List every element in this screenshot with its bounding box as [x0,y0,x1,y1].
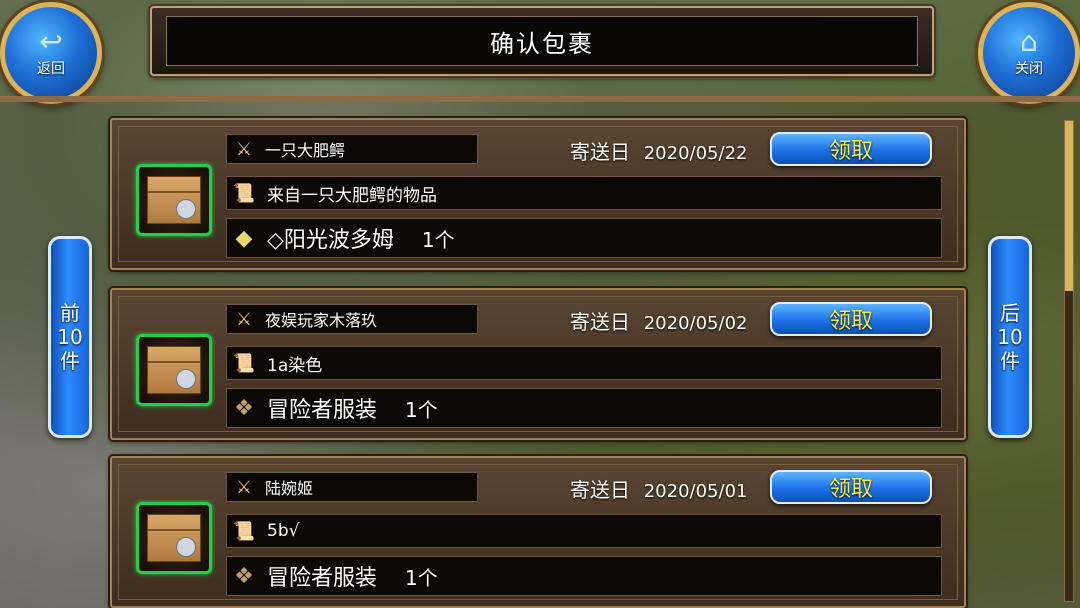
send-date-label: 寄送日 [570,310,630,334]
claim-button[interactable]: 领取 [770,132,932,166]
item-row: ❖ 冒险者服装 1个 [226,388,942,428]
next-10-button[interactable]: 后 10 件 [988,236,1032,438]
parcel-box-icon [136,334,212,406]
send-date: 寄送日 2020/05/02 [570,306,747,335]
note-text: 来自一只大肥鳄的物品 [267,185,437,206]
parcel-card: ⚔ 一只大肥鳄 寄送日 2020/05/22 领取 📜 来自一只大肥鳄的物品 ◆… [110,118,966,270]
item-quantity: 1个 [405,397,438,422]
close-label: 关闭 [1015,61,1043,77]
note-row: 📜 5b√ [226,514,942,548]
crystal-icon: ◆ [235,225,253,251]
note-row: 📜 来自一只大肥鳄的物品 [226,176,942,210]
parcel-card: ⚔ 陆婉姬 寄送日 2020/05/01 领取 📜 5b√ ❖ 冒险者服装 1个 [110,456,966,608]
item-name: 冒险者服装 [267,398,378,423]
item-name: ◇阳光波多姆 [267,228,394,253]
prev-label-1: 前 [60,301,80,325]
prev-label-2: 10 [57,325,83,349]
item-row: ❖ 冒险者服装 1个 [226,556,942,596]
send-date-value: 2020/05/22 [643,143,748,164]
scroll-icon: 📜 [232,182,256,204]
send-date-label: 寄送日 [570,478,630,502]
item-name: 冒险者服装 [267,566,378,591]
back-button[interactable]: ↩ 返回 [0,2,102,104]
scroll-icon: 📜 [232,352,256,374]
page-title: 确认包裹 [490,29,594,58]
claim-button[interactable]: 领取 [770,470,932,504]
title-panel: 确认包裹 [166,16,918,66]
item-quantity: 1个 [421,227,455,252]
send-date-value: 2020/05/02 [643,313,748,334]
scrollbar-thumb[interactable] [1065,121,1073,291]
parcel-box-icon [136,164,212,236]
note-text: 5b√ [267,521,300,541]
clothing-icon: ❖ [234,395,254,421]
back-label: 返回 [37,61,65,77]
prev-label-3: 件 [60,349,80,373]
home-icon: ⌂ [1020,25,1038,58]
sender-icon: ⚔ [235,476,253,498]
send-date-value: 2020/05/01 [643,481,748,502]
scroll-icon: 📜 [232,520,256,542]
item-row: ◆ ◇阳光波多姆 1个 [226,218,942,258]
claim-button[interactable]: 领取 [770,302,932,336]
clothing-icon: ❖ [234,563,254,589]
back-arrow-icon: ↩ [39,25,63,58]
note-row: 📜 1a染色 [226,346,942,380]
send-date-label: 寄送日 [570,140,630,164]
sender-name: 陆婉姬 [265,479,314,498]
sender-icon: ⚔ [235,138,253,160]
next-label-2: 10 [997,325,1023,349]
scrollbar[interactable] [1064,120,1074,602]
sender-icon: ⚔ [235,308,253,330]
send-date: 寄送日 2020/05/22 [570,136,747,165]
sender-row: ⚔ 陆婉姬 [226,472,478,502]
sender-name: 夜娱玩家木落玖 [265,311,378,330]
item-quantity: 1个 [405,565,438,590]
next-label-1: 后 [1000,301,1020,325]
title-bar: 确认包裹 [150,6,934,76]
sender-row: ⚔ 一只大肥鳄 [226,134,478,164]
next-label-3: 件 [1000,349,1020,373]
send-date: 寄送日 2020/05/01 [570,474,747,503]
parcel-box-icon [136,502,212,574]
note-text: 1a染色 [267,355,323,376]
prev-10-button[interactable]: 前 10 件 [48,236,92,438]
sender-row: ⚔ 夜娱玩家木落玖 [226,304,478,334]
sender-name: 一只大肥鳄 [265,141,346,160]
parcel-card: ⚔ 夜娱玩家木落玖 寄送日 2020/05/02 领取 📜 1a染色 ❖ 冒险者… [110,288,966,440]
close-button[interactable]: ⌂ 关闭 [978,2,1080,104]
